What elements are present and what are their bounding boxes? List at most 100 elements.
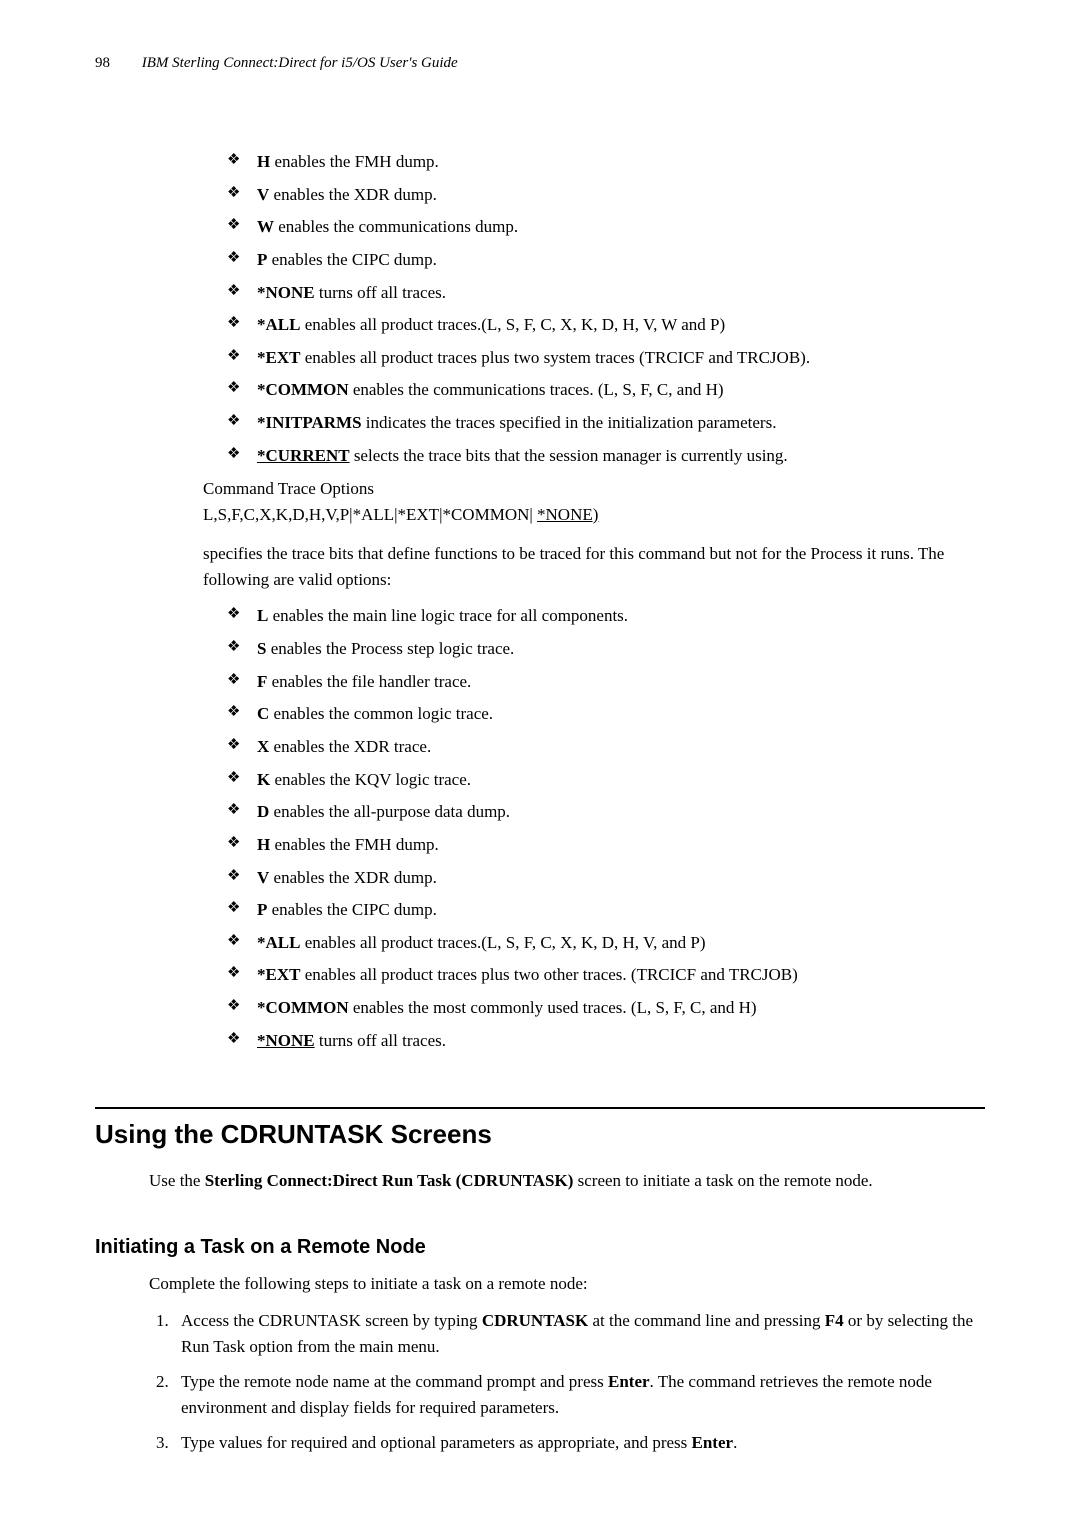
trace-options-list-1: H enables the FMH dump.V enables the XDR… [227, 150, 985, 468]
list-item: D enables the all-purpose data dump. [227, 800, 985, 825]
section-heading: Using the CDRUNTASK Screens [95, 1119, 985, 1150]
list-item: *ALL enables all product traces.(L, S, F… [227, 313, 985, 338]
list-item: P enables the CIPC dump. [227, 248, 985, 273]
option-description: enables the common logic trace. [269, 704, 493, 723]
list-item: *CURRENT selects the trace bits that the… [227, 444, 985, 469]
list-item: *COMMON enables the communications trace… [227, 378, 985, 403]
list-item: H enables the FMH dump. [227, 833, 985, 858]
option-description: enables the communications traces. (L, S… [349, 380, 724, 399]
list-item: *EXT enables all product traces plus two… [227, 346, 985, 371]
step-text: Access the CDRUNTASK screen by typing [181, 1311, 482, 1330]
list-item: F enables the file handler trace. [227, 670, 985, 695]
option-name: P [257, 250, 267, 269]
option-description: enables the XDR dump. [269, 185, 437, 204]
option-description: enables all product traces.(L, S, F, C, … [300, 933, 705, 952]
list-item: S enables the Process step logic trace. [227, 637, 985, 662]
section-intro-post: screen to initiate a task on the remote … [573, 1171, 872, 1190]
option-name: C [257, 704, 269, 723]
option-description: enables the XDR trace. [269, 737, 431, 756]
option-description: enables the file handler trace. [267, 672, 471, 691]
option-description: enables the CIPC dump. [267, 900, 437, 919]
option-description: enables the FMH dump. [270, 152, 439, 171]
option-name: *COMMON [257, 998, 349, 1017]
step-keyword: CDRUNTASK [482, 1311, 588, 1330]
option-description: enables all product traces plus two syst… [300, 348, 810, 367]
option-name: *ALL [257, 315, 300, 334]
doc-title: IBM Sterling Connect:Direct for i5/OS Us… [142, 55, 458, 71]
option-name: *NONE [257, 1031, 315, 1050]
option-description: turns off all traces. [315, 1031, 446, 1050]
list-item: C enables the common logic trace. [227, 702, 985, 727]
option-name: X [257, 737, 269, 756]
option-description: enables the CIPC dump. [267, 250, 437, 269]
option-name: K [257, 770, 270, 789]
step-text: Type the remote node name at the command… [181, 1372, 608, 1391]
list-item: *INITPARMS indicates the traces specifie… [227, 411, 985, 436]
list-item: H enables the FMH dump. [227, 150, 985, 175]
option-name: V [257, 185, 269, 204]
option-name: *INITPARMS [257, 413, 362, 432]
list-item: *COMMON enables the most commonly used t… [227, 996, 985, 1021]
option-name: W [257, 217, 274, 236]
option-name: V [257, 868, 269, 887]
option-description: enables the communications dump. [274, 217, 518, 236]
section-divider [95, 1107, 985, 1109]
option-name: P [257, 900, 267, 919]
option-name: *EXT [257, 965, 300, 984]
page-header: 98 IBM Sterling Connect:Direct for i5/OS… [95, 55, 985, 72]
list-item: Type the remote node name at the command… [173, 1369, 985, 1420]
list-item: *NONE turns off all traces. [227, 1029, 985, 1054]
step-keyword: F4 [825, 1311, 844, 1330]
command-trace-description: specifies the trace bits that define fun… [203, 541, 985, 592]
option-description: enables all product traces plus two othe… [300, 965, 797, 984]
list-item: P enables the CIPC dump. [227, 898, 985, 923]
step-text: Type values for required and optional pa… [181, 1433, 692, 1452]
option-name: *CURRENT [257, 446, 350, 465]
list-item: *NONE turns off all traces. [227, 281, 985, 306]
section-intro-pre: Use the [149, 1171, 205, 1190]
trace-options-list-2: L enables the main line logic trace for … [227, 604, 985, 1053]
list-item: *ALL enables all product traces.(L, S, F… [227, 931, 985, 956]
option-description: enables all product traces.(L, S, F, C, … [300, 315, 725, 334]
option-description: indicates the traces specified in the in… [362, 413, 777, 432]
option-name: D [257, 802, 269, 821]
option-description: enables the FMH dump. [270, 835, 439, 854]
option-description: enables the all-purpose data dump. [269, 802, 510, 821]
list-item: Access the CDRUNTASK screen by typing CD… [173, 1308, 985, 1359]
option-name: H [257, 835, 270, 854]
option-name: *ALL [257, 933, 300, 952]
option-name: *EXT [257, 348, 300, 367]
option-name: F [257, 672, 267, 691]
option-description: enables the most commonly used traces. (… [349, 998, 757, 1017]
option-description: enables the main line logic trace for al… [268, 606, 628, 625]
step-text: . [733, 1433, 737, 1452]
option-description: selects the trace bits that the session … [350, 446, 788, 465]
section-intro: Use the Sterling Connect:Direct Run Task… [149, 1168, 985, 1194]
page-number: 98 [95, 55, 110, 72]
option-name: H [257, 152, 270, 171]
subsection-intro: Complete the following steps to initiate… [149, 1271, 985, 1297]
list-item: V enables the XDR dump. [227, 866, 985, 891]
command-trace-options-prefix: L,S,F,C,X,K,D,H,V,P|*ALL|*EXT|*COMMON| [203, 505, 537, 524]
steps-list: Access the CDRUNTASK screen by typing CD… [149, 1308, 985, 1456]
step-keyword: Enter [692, 1433, 734, 1452]
command-trace-label: Command Trace Options [203, 479, 374, 498]
option-name: L [257, 606, 268, 625]
step-keyword: Enter [608, 1372, 650, 1391]
step-text: at the command line and pressing [588, 1311, 825, 1330]
option-description: enables the Process step logic trace. [266, 639, 514, 658]
section-intro-bold: Sterling Connect:Direct Run Task (CDRUNT… [205, 1171, 574, 1190]
list-item: X enables the XDR trace. [227, 735, 985, 760]
command-trace-options-default: *NONE) [537, 505, 598, 524]
option-description: enables the KQV logic trace. [270, 770, 471, 789]
subsection-heading: Initiating a Task on a Remote Node [95, 1236, 985, 1259]
list-item: K enables the KQV logic trace. [227, 768, 985, 793]
list-item: L enables the main line logic trace for … [227, 604, 985, 629]
command-trace-block: Command Trace Options L,S,F,C,X,K,D,H,V,… [203, 476, 985, 527]
option-name: *COMMON [257, 380, 349, 399]
list-item: *EXT enables all product traces plus two… [227, 963, 985, 988]
option-description: turns off all traces. [315, 283, 446, 302]
list-item: V enables the XDR dump. [227, 183, 985, 208]
option-description: enables the XDR dump. [269, 868, 437, 887]
list-item: Type values for required and optional pa… [173, 1430, 985, 1456]
